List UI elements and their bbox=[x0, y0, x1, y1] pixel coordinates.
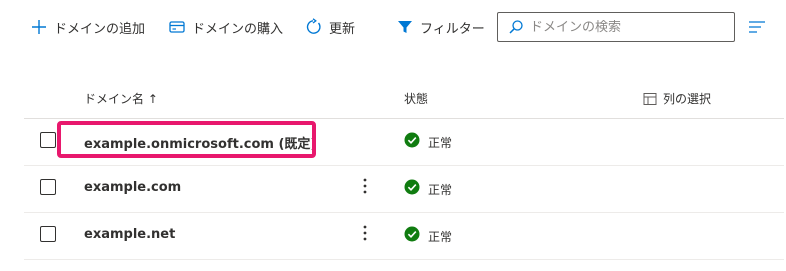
domains-table: ドメイン名 ↑ 状態 列の選択 example.onmicrosoft.com … bbox=[24, 76, 784, 260]
status-text: 正常 bbox=[428, 135, 453, 150]
column-header-status[interactable]: 状態 bbox=[404, 90, 428, 107]
add-domain-label: ドメインの追加 bbox=[54, 21, 146, 37]
check-circle-icon bbox=[404, 132, 420, 152]
table-row[interactable]: example.net 正常 bbox=[24, 213, 784, 260]
more-vertical-icon bbox=[363, 178, 367, 198]
view-options-button[interactable] bbox=[748, 18, 766, 40]
column-header-domain-name[interactable]: ドメイン名 ↑ bbox=[84, 90, 158, 107]
refresh-icon bbox=[305, 18, 323, 36]
status-cell: 正常 bbox=[404, 226, 452, 246]
columns-icon bbox=[643, 92, 657, 106]
table-row[interactable]: example.com 正常 bbox=[24, 166, 784, 213]
domain-name[interactable]: example.com bbox=[84, 180, 181, 195]
add-icon bbox=[30, 18, 48, 36]
add-domain-button[interactable]: ドメインの追加 bbox=[30, 15, 145, 39]
search-box[interactable] bbox=[497, 12, 735, 42]
row-checkbox[interactable] bbox=[40, 132, 56, 148]
refresh-button[interactable]: 更新 bbox=[305, 15, 355, 39]
more-actions-button[interactable] bbox=[357, 224, 373, 246]
buy-domain-button[interactable]: ドメインの購入 bbox=[168, 15, 283, 39]
domain-name[interactable]: example.onmicrosoft.com (既定) bbox=[84, 133, 316, 152]
credit-card-icon bbox=[168, 18, 186, 36]
more-vertical-icon bbox=[363, 225, 367, 245]
status-cell: 正常 bbox=[404, 179, 452, 199]
filter-icon bbox=[396, 18, 414, 36]
refresh-label: 更新 bbox=[329, 21, 356, 37]
check-circle-icon bbox=[404, 226, 420, 246]
status-text: 正常 bbox=[428, 229, 453, 244]
domain-name[interactable]: example.net bbox=[84, 227, 175, 242]
table-row[interactable]: example.onmicrosoft.com (既定) 正常 bbox=[24, 119, 784, 166]
filter-button[interactable]: フィルター bbox=[396, 15, 485, 39]
buy-domain-label: ドメインの購入 bbox=[192, 21, 284, 37]
search-input[interactable] bbox=[530, 19, 720, 35]
check-circle-icon bbox=[404, 179, 420, 199]
choose-columns-label: 列の選択 bbox=[663, 92, 712, 106]
filter-label: フィルター bbox=[420, 21, 485, 37]
list-lines-icon bbox=[748, 21, 766, 40]
status-text: 正常 bbox=[428, 182, 453, 197]
more-actions-button[interactable] bbox=[357, 177, 373, 199]
row-checkbox[interactable] bbox=[40, 226, 56, 242]
search-icon bbox=[508, 19, 524, 35]
table-header: ドメイン名 ↑ 状態 列の選択 bbox=[24, 76, 784, 119]
command-bar: ドメインの追加 ドメインの購入 更新 フィルター bbox=[0, 0, 786, 56]
status-cell: 正常 bbox=[404, 132, 452, 152]
row-checkbox[interactable] bbox=[40, 179, 56, 195]
choose-columns-button[interactable]: 列の選択 bbox=[643, 90, 711, 107]
